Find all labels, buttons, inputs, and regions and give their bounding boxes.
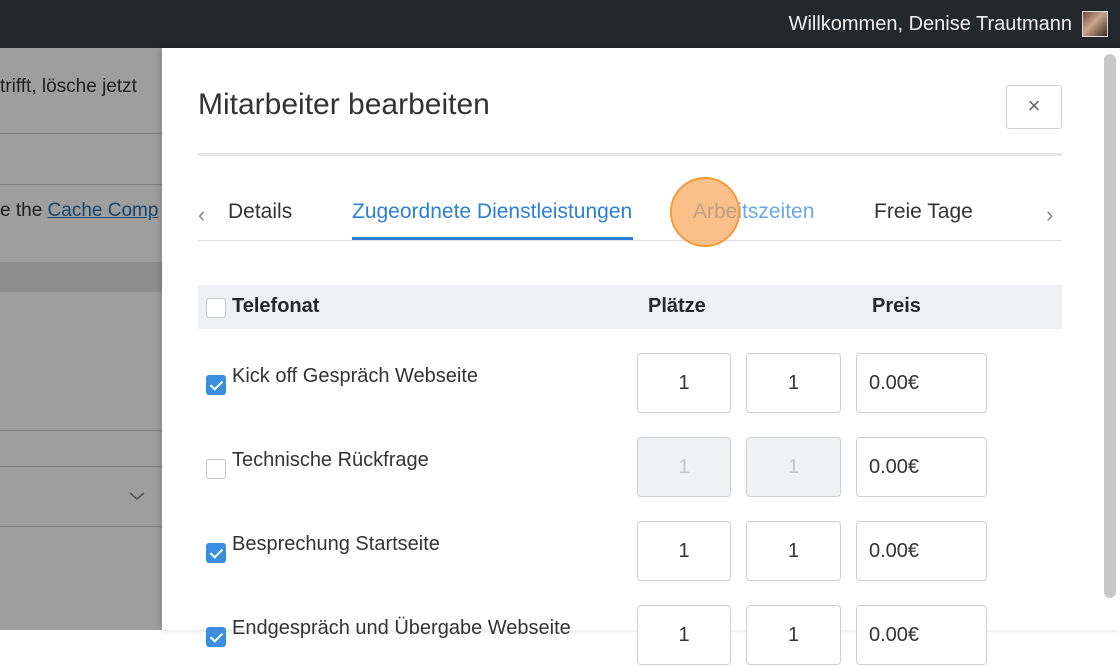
price-input[interactable]: 0.00€ <box>856 605 987 665</box>
modal-title: Mitarbeiter bearbeiten <box>198 88 490 121</box>
min-places-input[interactable]: 1 <box>637 521 731 581</box>
service-row: Kick off Gespräch Webseite 1 1 0.00€ <box>198 353 1062 413</box>
service-checkbox[interactable] <box>206 543 226 563</box>
service-checkbox[interactable] <box>206 375 226 395</box>
user-avatar[interactable] <box>1082 11 1108 37</box>
column-header-places: Plätze <box>648 295 706 317</box>
active-tab-indicator <box>352 237 633 240</box>
service-name: Endgespräch und Übergabe Webseite <box>232 617 571 639</box>
click-marker <box>670 177 740 247</box>
price-input[interactable]: 0.00€ <box>856 437 987 497</box>
max-places-input[interactable]: 1 <box>746 521 841 581</box>
service-name: Technische Rückfrage <box>232 449 429 471</box>
tabs-prev-arrow-icon[interactable]: ‹ <box>198 202 205 228</box>
service-name: Besprechung Startseite <box>232 533 440 555</box>
service-checkbox[interactable] <box>206 627 226 647</box>
max-places-input: 1 <box>746 437 841 497</box>
tab-assigned-services[interactable]: Zugeordnete Dienstleistungen <box>352 200 632 224</box>
max-places-input[interactable]: 1 <box>746 605 841 665</box>
service-name: Kick off Gespräch Webseite <box>232 365 479 387</box>
min-places-input[interactable]: 1 <box>637 353 731 413</box>
admin-top-bar: Willkommen, Denise Trautmann <box>0 0 1120 48</box>
tab-days-off[interactable]: Freie Tage <box>874 200 973 224</box>
column-header-price: Preis <box>872 295 921 317</box>
price-input[interactable]: 0.00€ <box>856 353 987 413</box>
services-table-header: Telefonat Plätze Preis <box>198 285 1062 329</box>
service-row: Besprechung Startseite 1 1 0.00€ <box>198 521 1062 581</box>
service-row: Technische Rückfrage 1 1 0.00€ <box>198 437 1062 497</box>
tabs-next-arrow-icon[interactable]: › <box>1046 202 1053 228</box>
group-header-label: Telefonat <box>232 295 320 317</box>
price-input[interactable]: 0.00€ <box>856 521 987 581</box>
service-checkbox[interactable] <box>206 459 226 479</box>
min-places-input[interactable]: 1 <box>637 605 731 665</box>
modal-backdrop[interactable] <box>0 48 162 630</box>
tab-bar: ‹ Details Zugeordnete Dienstleistungen A… <box>198 188 1062 241</box>
edit-employee-modal: Mitarbeiter bearbeiten × ‹ Details Zugeo… <box>162 48 1120 665</box>
tab-details[interactable]: Details <box>228 200 292 224</box>
modal-scrollbar[interactable] <box>1104 54 1116 598</box>
max-places-input[interactable]: 1 <box>746 353 841 413</box>
welcome-text[interactable]: Willkommen, Denise Trautmann <box>789 12 1072 36</box>
service-row: Endgespräch und Übergabe Webseite 1 1 0.… <box>198 605 1062 665</box>
min-places-input: 1 <box>637 437 731 497</box>
close-button[interactable]: × <box>1006 85 1062 129</box>
group-select-all-checkbox[interactable] <box>206 298 226 318</box>
title-divider <box>198 153 1062 156</box>
